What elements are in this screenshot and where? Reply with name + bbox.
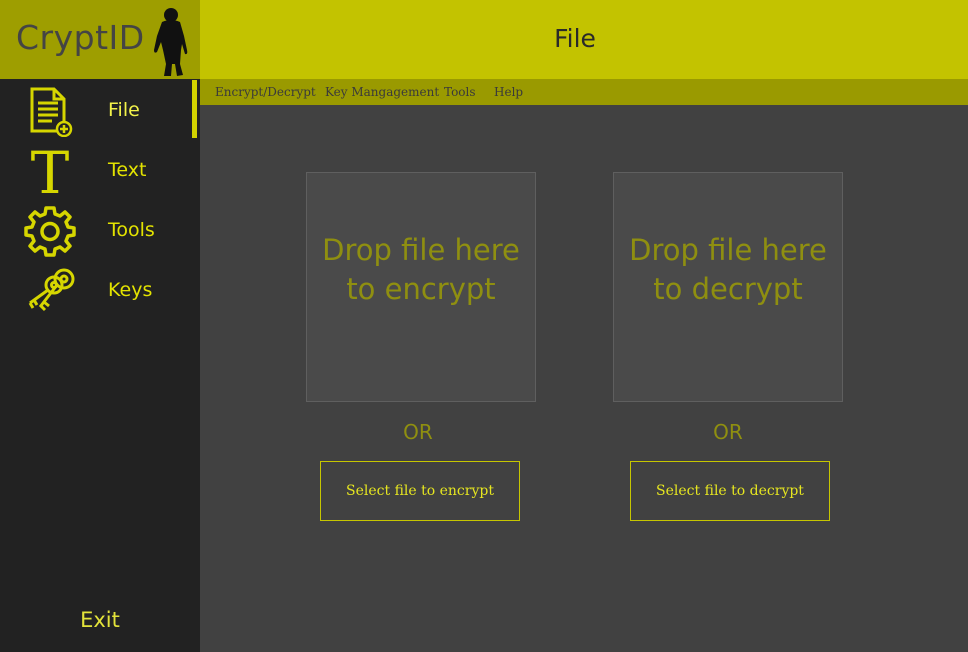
gear-icon xyxy=(24,206,76,257)
page-title: File xyxy=(554,24,596,53)
encrypt-drop-text: Drop file here to encrypt xyxy=(322,233,520,306)
keys-icon xyxy=(28,268,75,312)
select-file-encrypt-button[interactable]: Select file to encrypt xyxy=(320,461,520,521)
exit-button[interactable]: Exit xyxy=(0,608,200,642)
menu-item-tools[interactable]: Tools xyxy=(444,85,476,99)
select-file-decrypt-button[interactable]: Select file to decrypt xyxy=(630,461,830,521)
decrypt-drop-zone[interactable]: Drop file here to decrypt xyxy=(613,172,843,402)
sidebar: CryptID File T Text Tools Keys Exit xyxy=(0,0,200,652)
header: File xyxy=(200,0,968,79)
file-add-icon xyxy=(30,87,73,137)
active-indicator xyxy=(192,80,197,138)
sidebar-item-tools[interactable]: Tools xyxy=(0,200,200,260)
sidebar-item-label: Keys xyxy=(108,279,153,301)
encrypt-or-label: OR xyxy=(403,420,433,444)
logo-area: CryptID xyxy=(0,0,200,79)
sidebar-item-label: Tools xyxy=(108,219,155,241)
decrypt-drop-text: Drop file here to decrypt xyxy=(629,233,827,306)
sidebar-item-text[interactable]: T Text xyxy=(0,140,200,200)
encrypt-drop-zone[interactable]: Drop file here to encrypt xyxy=(306,172,536,402)
sidebar-item-file[interactable]: File xyxy=(0,80,200,140)
yeti-icon xyxy=(154,8,188,76)
text-t-icon: T xyxy=(31,145,70,197)
sidebar-item-label: File xyxy=(108,99,140,121)
app-title: CryptID xyxy=(16,18,145,57)
menu-item-encrypt-decrypt[interactable]: Encrypt/Decrypt xyxy=(215,85,316,99)
menu-item-key-management[interactable]: Key Mangagement xyxy=(325,85,439,99)
decrypt-or-label: OR xyxy=(713,420,743,444)
sidebar-item-label: Text xyxy=(108,159,147,181)
svg-text:T: T xyxy=(31,145,70,197)
menu-item-help[interactable]: Help xyxy=(494,85,523,99)
sidebar-item-keys[interactable]: Keys xyxy=(0,260,200,320)
menu-bar: Encrypt/Decrypt Key Mangagement Tools He… xyxy=(200,79,968,105)
